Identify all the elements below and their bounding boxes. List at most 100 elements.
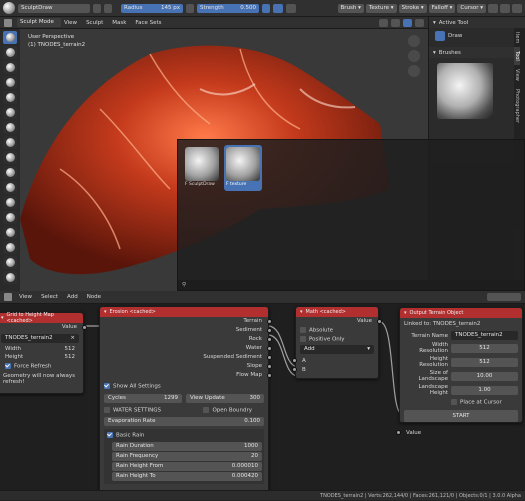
- crease-tool-icon[interactable]: [3, 151, 17, 164]
- layer-tool-icon[interactable]: [3, 106, 17, 119]
- zoom-icon[interactable]: [408, 35, 420, 47]
- math-node[interactable]: ▾ Math <cached> Value Absolute Positive …: [292, 306, 382, 379]
- start-button[interactable]: START: [404, 409, 518, 422]
- terrain-name-field[interactable]: TNODES_terrain2: [451, 331, 518, 340]
- falloff-menu[interactable]: Falloff ▾: [428, 3, 456, 13]
- brush-menu[interactable]: Brush ▾: [337, 3, 364, 13]
- show-all-checkbox[interactable]: Show All Settings: [100, 380, 268, 393]
- add-brush-icon[interactable]: [104, 3, 112, 13]
- draw-sharp-tool-icon[interactable]: [3, 46, 17, 59]
- output-socket[interactable]: [267, 328, 272, 333]
- node-select-menu[interactable]: Select: [41, 294, 58, 300]
- height-res-field[interactable]: 512: [451, 357, 518, 367]
- symmetry-icon[interactable]: [488, 3, 498, 13]
- grid-node-header[interactable]: ▾ Grid to Height Map <cached>: [0, 312, 83, 324]
- direction-sub-button[interactable]: [286, 3, 296, 13]
- clay-strips-tool-icon[interactable]: [3, 76, 17, 89]
- overlay-icon[interactable]: [379, 18, 388, 27]
- erosion-node-header[interactable]: ▾ Erosion <cached>: [100, 307, 268, 317]
- cycles-field[interactable]: Cycles 1299: [104, 393, 182, 403]
- fill-tool-icon[interactable]: [3, 196, 17, 209]
- brush-name-field[interactable]: SculptDraw: [18, 3, 90, 13]
- fake-user-icon[interactable]: [93, 3, 101, 13]
- output-socket[interactable]: [267, 337, 272, 342]
- evaporation-field[interactable]: Evaporation Rate 0.100: [104, 417, 264, 426]
- grid-to-heightmap-node[interactable]: ▾ Grid to Height Map <cached> Value TNOD…: [0, 312, 87, 394]
- editor-type-icon[interactable]: [4, 18, 12, 27]
- brush-thumbnail[interactable]: [437, 63, 493, 119]
- camera-icon[interactable]: [408, 65, 420, 77]
- landscape-height-field[interactable]: 1.00: [451, 385, 518, 395]
- size-field[interactable]: 10.00: [451, 371, 518, 381]
- brushes-header[interactable]: ▾ Brushes: [429, 47, 525, 58]
- node-node-menu[interactable]: Node: [87, 294, 101, 300]
- tab-item[interactable]: Item: [514, 28, 520, 47]
- rain-height-to-field[interactable]: Rain Height To 0.000420: [112, 471, 262, 481]
- clay-thumb-tool-icon[interactable]: [3, 91, 17, 104]
- xray-icon[interactable]: [391, 18, 400, 27]
- output-socket[interactable]: [267, 373, 272, 378]
- face-sets-menu[interactable]: Face Sets: [135, 20, 161, 26]
- node-editor-canvas[interactable]: ▾ Grid to Height Map <cached> Value TNOD…: [0, 304, 525, 490]
- snap-icon[interactable]: [500, 3, 510, 13]
- output-socket[interactable]: [267, 346, 272, 351]
- navigation-gizmo[interactable]: [408, 35, 422, 85]
- pinch-tool-icon[interactable]: [3, 241, 17, 254]
- place-cursor-checkbox[interactable]: Place at Cursor: [400, 397, 522, 408]
- elastic-deform-tool-icon[interactable]: [3, 271, 17, 284]
- positive-only-checkbox[interactable]: Positive Only: [296, 335, 378, 344]
- node-add-menu[interactable]: Add: [67, 294, 78, 300]
- pan-icon[interactable]: [408, 50, 420, 62]
- input-socket[interactable]: [292, 367, 297, 372]
- node-view-menu[interactable]: View: [19, 294, 32, 300]
- absolute-checkbox[interactable]: Absolute: [296, 326, 378, 335]
- clay-tool-icon[interactable]: [3, 61, 17, 74]
- brush-item-sculptdraw[interactable]: F SculptDraw: [183, 145, 221, 191]
- texture-menu[interactable]: Texture ▾: [365, 3, 397, 13]
- collapse-icon[interactable]: ▾: [300, 309, 303, 315]
- rain-frequency-field[interactable]: Rain Frequency 20: [112, 451, 262, 461]
- grid-object-field[interactable]: TNODES_terrain2 ×: [1, 334, 79, 343]
- input-socket[interactable]: [396, 429, 401, 435]
- radius-field[interactable]: Radius 145 px: [121, 3, 183, 13]
- tab-photographer[interactable]: Photographer: [514, 85, 520, 127]
- brush-item-texture[interactable]: F texture: [224, 145, 262, 191]
- pressure-radius-icon[interactable]: [186, 3, 194, 13]
- collapse-icon[interactable]: ▾: [1, 315, 4, 321]
- draw-tool-icon[interactable]: [3, 31, 17, 44]
- sculpt-menu[interactable]: Sculpt: [86, 20, 103, 26]
- output-terrain-node[interactable]: ▾ Output Terrain Object Linked to: TNODE…: [396, 307, 523, 436]
- smooth-tool-icon[interactable]: [3, 166, 17, 179]
- material-shading-icon[interactable]: [415, 18, 424, 27]
- collapse-icon[interactable]: ▾: [104, 309, 107, 315]
- solid-shading-icon[interactable]: [403, 18, 412, 27]
- blob-tool-icon[interactable]: [3, 136, 17, 149]
- strength-field[interactable]: Strength 0.500: [197, 3, 259, 13]
- pressure-strength-icon[interactable]: [262, 3, 270, 13]
- scrape-tool-icon[interactable]: [3, 211, 17, 224]
- erosion-node[interactable]: ▾ Erosion <cached> Terrain Sediment Rock…: [99, 306, 272, 490]
- inflate-tool-icon[interactable]: [3, 121, 17, 134]
- brush-preview-icon[interactable]: [3, 2, 15, 14]
- brush-selector-popup[interactable]: F SculptDraw F texture ⚲: [177, 139, 525, 291]
- output-socket[interactable]: [267, 319, 272, 324]
- cursor-menu[interactable]: Cursor ▾: [457, 3, 486, 13]
- math-node-header[interactable]: ▾ Math <cached>: [296, 307, 378, 317]
- mask-menu[interactable]: Mask: [112, 20, 126, 26]
- open-boundary-checkbox[interactable]: Open Boundry: [203, 406, 252, 413]
- output-socket[interactable]: [267, 364, 272, 369]
- object-clear-icon[interactable]: ×: [70, 334, 75, 343]
- width-res-field[interactable]: 512: [451, 343, 518, 353]
- stroke-menu[interactable]: Stroke ▾: [398, 3, 427, 13]
- active-tool-header[interactable]: ▾ Active Tool: [429, 17, 525, 28]
- operation-select[interactable]: Add ▾: [300, 345, 374, 354]
- tab-tool[interactable]: Tool: [514, 47, 520, 66]
- view-menu[interactable]: View: [64, 20, 77, 26]
- multiplane-scrape-tool-icon[interactable]: [3, 226, 17, 239]
- node-editor-type-icon[interactable]: [4, 293, 12, 301]
- force-refresh-checkbox[interactable]: Force Refresh: [0, 361, 83, 372]
- direction-add-button[interactable]: [273, 3, 283, 13]
- output-socket[interactable]: [267, 355, 272, 360]
- grab-tool-icon[interactable]: [3, 256, 17, 269]
- basic-rain-checkbox[interactable]: Basic Rain: [106, 431, 262, 442]
